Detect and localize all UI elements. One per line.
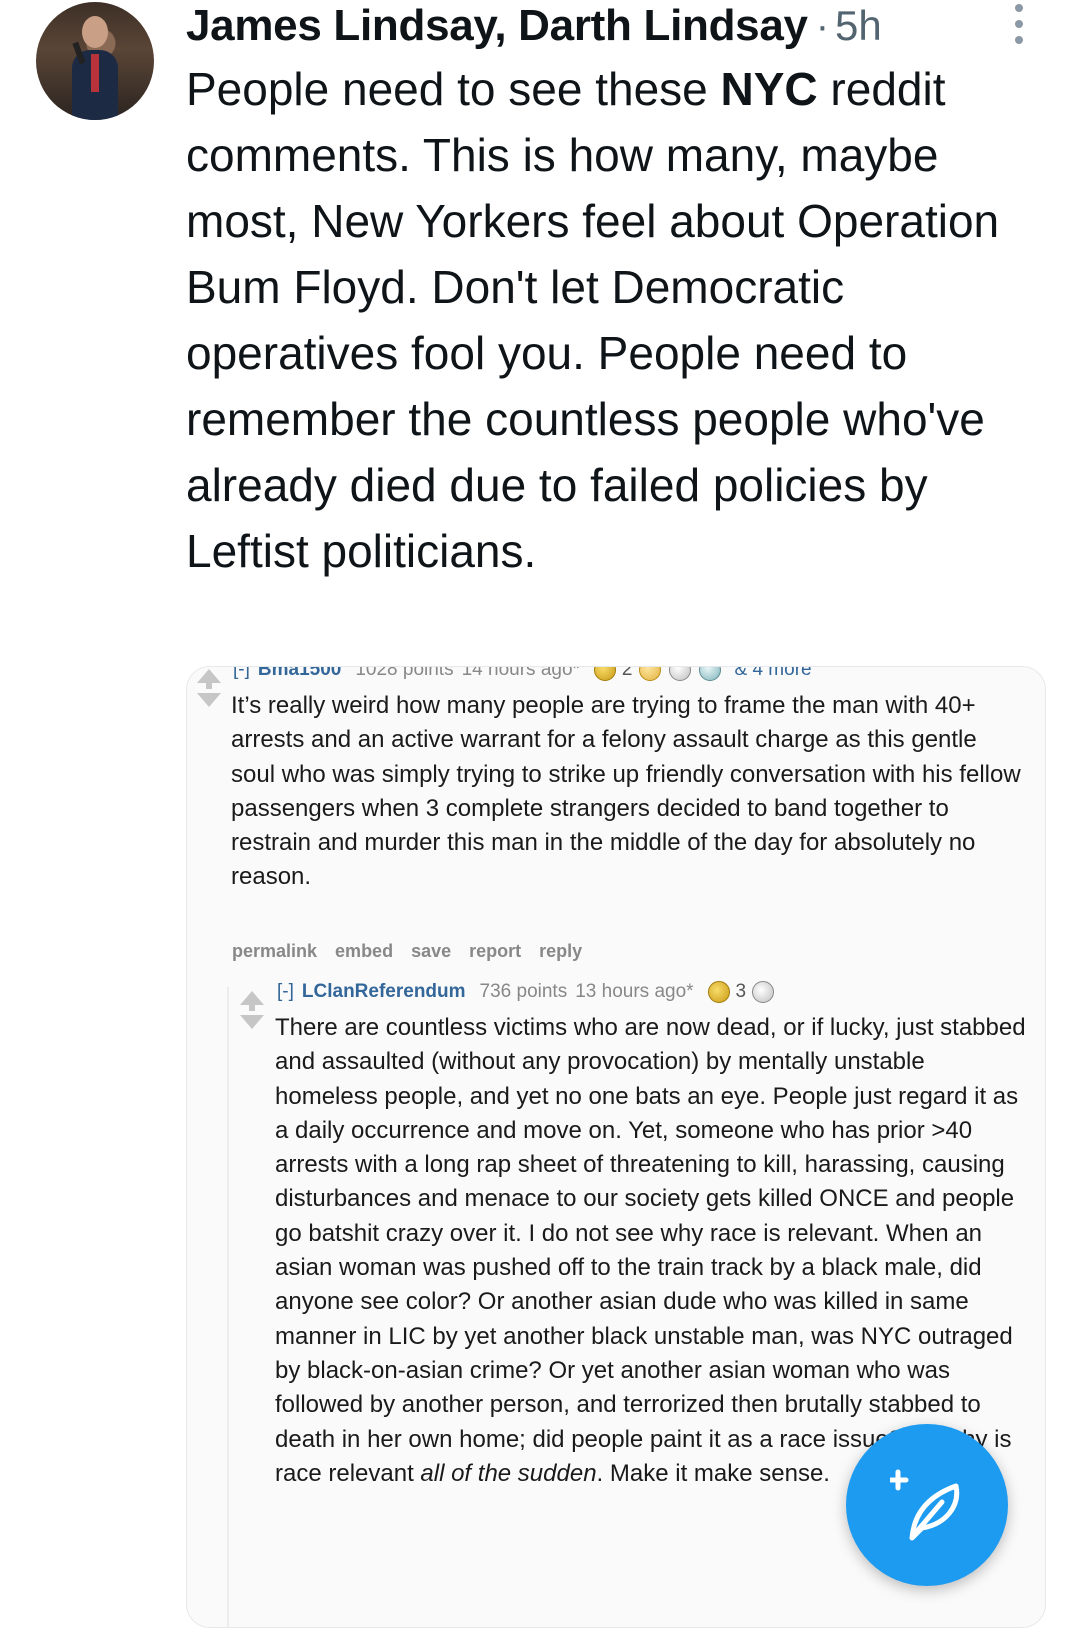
platinum-award-icon <box>698 667 721 681</box>
post-text-bold: NYC <box>720 63 818 115</box>
author-name[interactable]: James Lindsay, Darth Lindsay <box>186 1 808 51</box>
reply-points: 736 points <box>479 981 568 1002</box>
dot <box>1015 36 1023 44</box>
dot <box>1015 20 1023 28</box>
embed-link: embed <box>335 941 394 961</box>
header-separator: · <box>815 3 830 48</box>
reply-link: reply <box>539 941 583 961</box>
silver-award-icon <box>752 981 775 1003</box>
vote-arrows <box>196 669 222 725</box>
thread-line <box>227 987 229 1627</box>
compose-feather-icon <box>890 1469 960 1541</box>
permalink-link: permalink <box>232 941 318 961</box>
post-time[interactable]: 5h <box>835 2 882 50</box>
avatar-tie <box>91 54 99 92</box>
collapse-toggle: [-] <box>233 666 250 680</box>
post-text-part: reddit comments. This is how many, maybe… <box>186 63 1000 577</box>
author-avatar[interactable] <box>36 2 154 120</box>
downvote-icon <box>240 1015 264 1029</box>
comment-body: It’s really weird how many people are tr… <box>231 692 1021 891</box>
silver-award-icon <box>668 667 691 681</box>
report-link: report <box>469 941 522 961</box>
reply-meta: [-] LClanReferendum 736 points 13 hours … <box>277 981 778 1003</box>
avatar-head <box>82 16 108 48</box>
award-count: 2 <box>621 666 633 680</box>
upvote-stem <box>206 681 212 689</box>
comment-actions: permalink embed save report reply <box>232 941 582 962</box>
save-link: save <box>411 941 452 961</box>
comment-meta: [-] Bma1500 1028 points 14 hours ago* 2 … <box>233 666 812 681</box>
gold-award-icon <box>593 667 616 681</box>
dot <box>1015 4 1023 12</box>
post-header: James Lindsay, Darth Lindsay · 5h <box>186 0 882 52</box>
post-text: People need to see these NYC reddit comm… <box>186 56 1046 584</box>
reply-body-italic: all of the sudden <box>420 1459 597 1487</box>
post-text-part: People need to see these <box>186 63 721 115</box>
collapse-toggle: [-] <box>277 981 294 1002</box>
downvote-icon <box>197 693 221 707</box>
comment-time: 14 hours ago* <box>461 666 580 680</box>
more-awards: & 4 more <box>734 666 812 680</box>
more-options-icon[interactable] <box>1012 4 1026 44</box>
compose-button[interactable] <box>846 1424 1008 1586</box>
reply-body: There are countless victims who are now … <box>275 1011 1027 1491</box>
award-count: 3 <box>735 981 747 1002</box>
vote-arrows <box>239 991 265 1047</box>
comment-username: Bma1500 <box>257 666 342 680</box>
reply-body-end: . Make it make sense. <box>596 1459 830 1487</box>
comment-points: 1028 points <box>355 666 454 680</box>
reply-body-text: There are countless victims who are now … <box>275 1014 1026 1487</box>
gold-award-icon <box>707 981 730 1003</box>
upvote-stem <box>249 1003 255 1011</box>
reply-username: LClanReferendum <box>301 981 466 1002</box>
reply-time: 13 hours ago* <box>575 981 694 1002</box>
helpful-award-icon <box>638 667 661 681</box>
